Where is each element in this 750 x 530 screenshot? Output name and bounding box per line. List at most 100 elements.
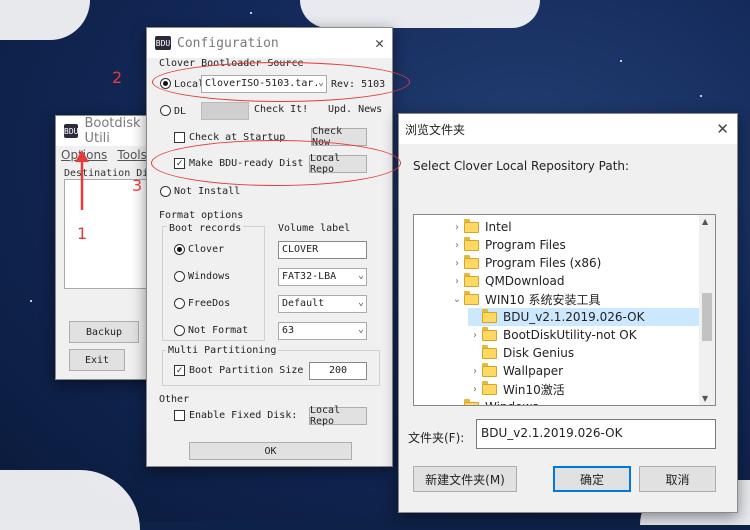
tree-item-label: Program Files xyxy=(485,238,566,252)
browse-prompt: Select Clover Local Repository Path: xyxy=(413,159,630,173)
volume-label-header: Volume label xyxy=(278,223,351,234)
tree-item[interactable]: › Program Files xyxy=(450,236,566,254)
tree-item-label: QMDownload xyxy=(485,274,565,288)
check-at-startup-checkbox[interactable] xyxy=(174,132,185,143)
scroll-up-icon[interactable]: ▲ xyxy=(702,217,708,226)
tree-item[interactable]: › BootDiskUtility-not OK xyxy=(468,326,637,344)
cancel-button[interactable]: 取消 xyxy=(639,466,716,492)
volume-label-input[interactable]: CLOVER xyxy=(278,241,367,259)
boot-partition-checkbox[interactable]: ✓ xyxy=(174,365,185,376)
confirm-button[interactable]: 确定 xyxy=(553,466,631,492)
expander-icon[interactable]: › xyxy=(450,240,464,251)
tree-item[interactable]: › Win10激活 xyxy=(468,380,565,398)
star xyxy=(250,12,252,14)
tree-item-label: WIN10 系统安装工具 xyxy=(485,292,601,307)
boot-partition-size-input[interactable]: 200 xyxy=(309,362,367,380)
not-install-label: Not Install xyxy=(174,186,241,197)
expander-icon[interactable]: › xyxy=(450,402,464,406)
backup-button[interactable]: Backup xyxy=(69,321,139,343)
expander-icon[interactable]: › xyxy=(450,222,464,233)
menu-tools[interactable]: Tools xyxy=(117,148,147,164)
other-header: Other xyxy=(159,394,190,405)
windows-radio[interactable] xyxy=(174,271,185,282)
tree-item-label: Disk Genius xyxy=(503,346,575,360)
folder-label: 文件夹(F): xyxy=(408,431,465,445)
tree-item[interactable]: › Windows xyxy=(450,398,539,406)
expander-icon[interactable]: › xyxy=(450,276,464,287)
check-it-button[interactable]: Check It! xyxy=(254,104,308,115)
windows-label: Windows xyxy=(188,271,231,282)
boot-partition-label: Boot Partition Size (M xyxy=(189,365,303,376)
tree-item-label: Intel xyxy=(485,220,512,234)
browse-folder-dialog: 浏览文件夹 ✕ Select Clover Local Repository P… xyxy=(398,113,738,513)
browse-title: 浏览文件夹 xyxy=(405,122,466,137)
folder-icon xyxy=(464,236,479,251)
chevron-down-icon: ⌄ xyxy=(357,324,364,335)
tree-item-label: Wallpaper xyxy=(503,364,564,378)
not-format-radio[interactable] xyxy=(174,325,185,336)
star xyxy=(620,60,622,62)
star xyxy=(700,95,702,97)
folder-icon xyxy=(482,344,497,359)
dl-version-select[interactable] xyxy=(201,102,249,120)
close-icon[interactable]: ✕ xyxy=(716,120,729,138)
upd-news-button[interactable]: Upd. News xyxy=(328,104,382,115)
expander-icon[interactable]: ⌄ xyxy=(450,294,464,305)
boot-records-header: Boot records xyxy=(167,223,244,234)
chevron-down-icon: ⌄ xyxy=(357,297,364,308)
tree-item-label: BootDiskUtility-not OK xyxy=(503,328,637,342)
filesystem-select[interactable]: FAT32-LBA ⌄ xyxy=(278,268,367,286)
cluster-select[interactable]: 63 ⌄ xyxy=(278,322,367,340)
tree-item[interactable]: Disk Genius xyxy=(468,344,574,362)
ok-button[interactable]: OK xyxy=(189,442,352,460)
clover-radio[interactable] xyxy=(174,244,185,255)
folder-icon xyxy=(464,398,479,405)
not-install-radio[interactable] xyxy=(160,186,171,197)
new-folder-button[interactable]: 新建文件夹(M) xyxy=(413,466,517,492)
tree-item[interactable]: › Wallpaper xyxy=(468,362,563,380)
star xyxy=(30,300,32,302)
tree-item-label: Windows xyxy=(485,400,539,405)
close-icon[interactable]: ✕ xyxy=(375,34,384,52)
tree-item[interactable]: BDU_v2.1.2019.026-OK xyxy=(468,308,699,326)
format-mode-value: Default xyxy=(282,298,325,309)
local-repo-button-2[interactable]: Local Repo xyxy=(309,405,367,427)
bdu-app-icon: BDU xyxy=(64,124,79,138)
tree-item[interactable]: › Intel xyxy=(450,218,512,236)
annotation-number-3: 3 xyxy=(132,176,143,195)
expander-icon[interactable]: › xyxy=(450,258,464,269)
configuration-titlebar: BDU Configuration ✕ xyxy=(147,28,392,58)
folder-tree[interactable]: › Intel › Program Files › Program Files (x86)… xyxy=(413,214,716,406)
folder-icon xyxy=(482,308,497,323)
configuration-title: Configuration xyxy=(177,35,279,51)
expander-icon[interactable]: › xyxy=(468,384,482,395)
expander-icon[interactable]: › xyxy=(468,366,482,377)
format-mode-select[interactable]: Default ⌄ xyxy=(278,295,367,313)
folder-icon xyxy=(464,254,479,269)
folder-icon xyxy=(464,272,479,287)
freedos-label: FreeDos xyxy=(188,298,231,309)
bdu-app-icon: BDU xyxy=(155,36,171,50)
folder-input[interactable]: BDU_v2.1.2019.026-OK xyxy=(476,419,716,449)
scrollbar-thumb[interactable] xyxy=(702,293,712,341)
tree-item[interactable]: › QMDownload xyxy=(450,272,564,290)
tree-item[interactable]: › Program Files (x86) xyxy=(450,254,601,272)
folder-icon xyxy=(482,326,497,341)
chevron-down-icon: ⌄ xyxy=(357,270,364,281)
enable-fixed-disk-checkbox[interactable] xyxy=(174,410,185,421)
dl-label: DL xyxy=(174,106,187,117)
expander-icon[interactable]: › xyxy=(468,330,482,341)
tree-item-label: Program Files (x86) xyxy=(485,256,602,270)
freedos-radio[interactable] xyxy=(174,298,185,309)
cloud xyxy=(300,0,540,28)
dl-radio[interactable] xyxy=(160,105,171,116)
clover-label: Clover xyxy=(188,244,225,255)
cloud xyxy=(0,470,140,530)
tree-item[interactable]: ⌄ WIN10 系统安装工具 xyxy=(450,290,600,308)
format-header: Format options xyxy=(159,210,244,221)
tree-scrollbar[interactable]: ▲ ▼ xyxy=(699,215,715,405)
scroll-down-icon[interactable]: ▼ xyxy=(702,394,708,403)
annotation-number-1: 1 xyxy=(77,224,88,243)
not-format-label: Not Format xyxy=(188,325,249,336)
exit-button[interactable]: Exit xyxy=(69,349,125,371)
